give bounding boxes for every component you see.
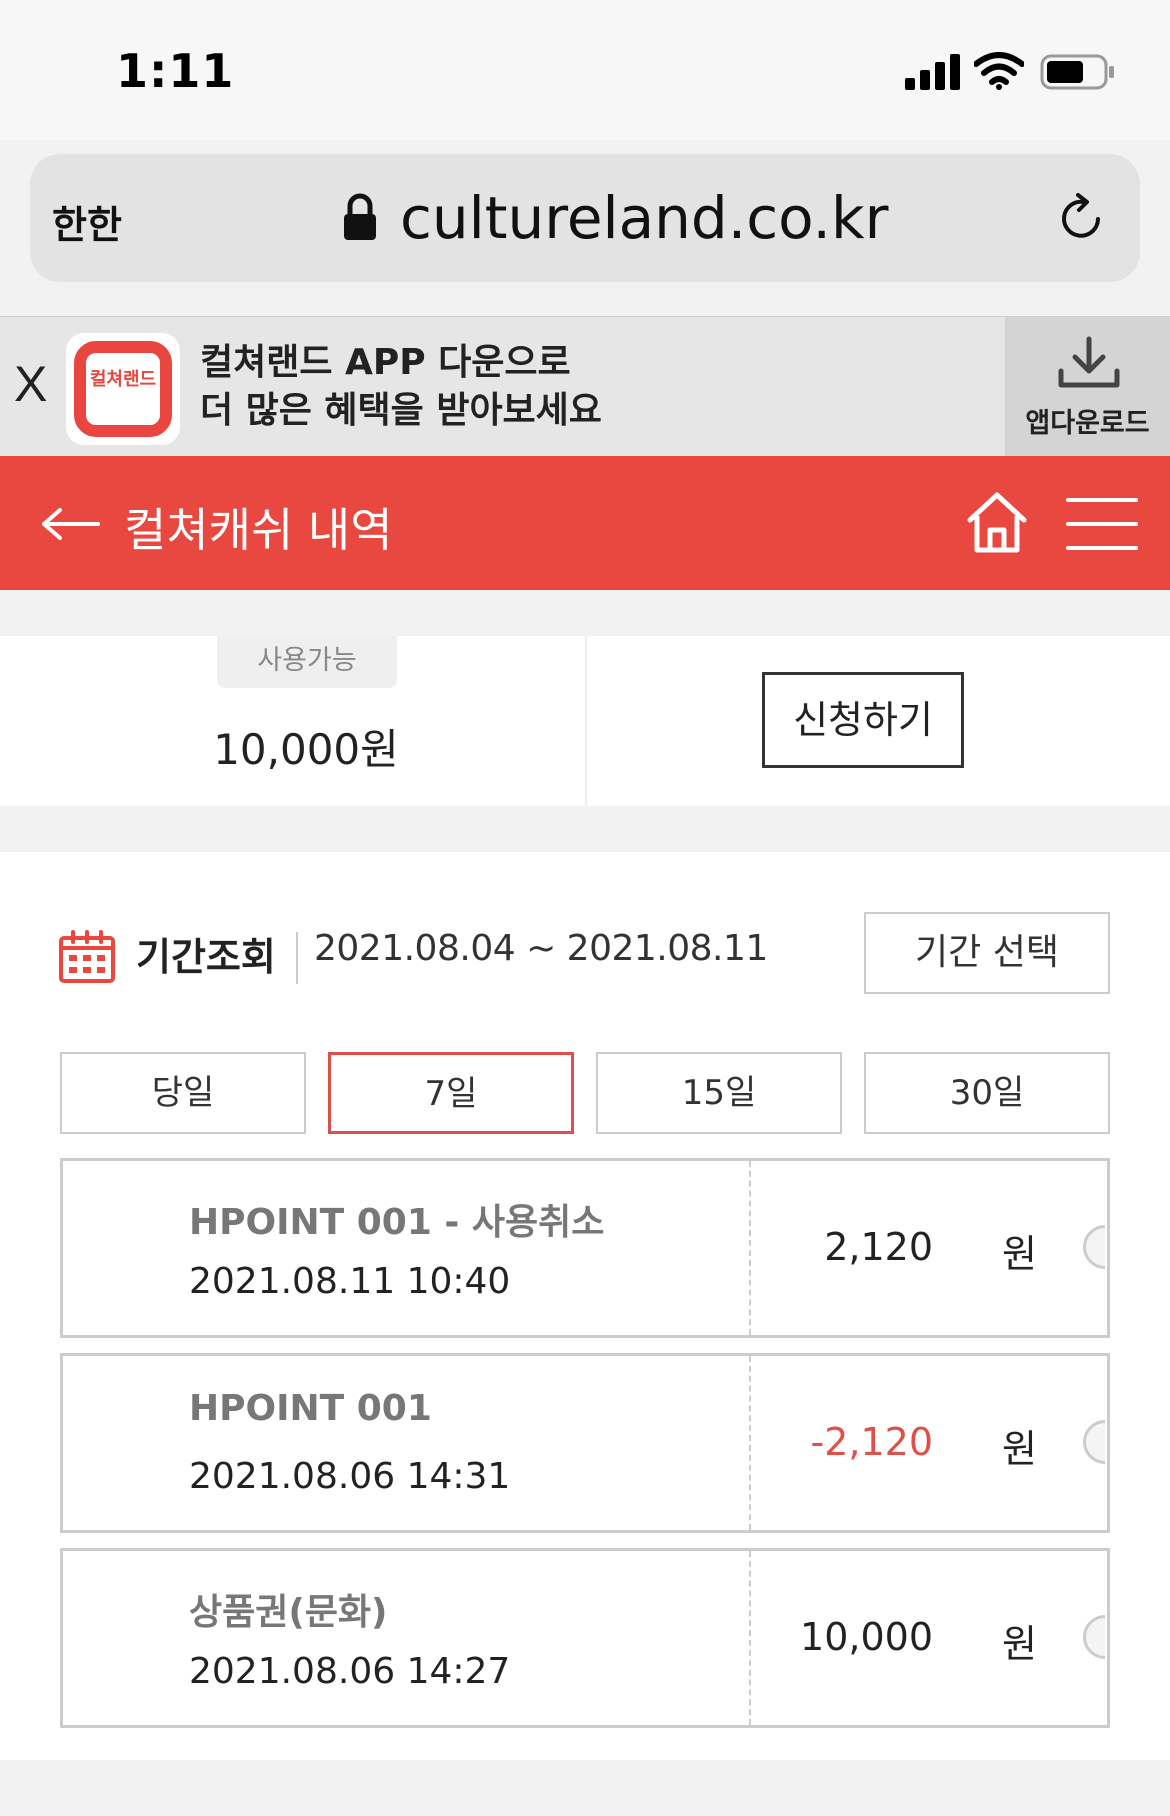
transaction-unit: 원	[1002, 1622, 1037, 1666]
transaction-amount: 10,000	[800, 1615, 933, 1659]
status-time: 1:11	[116, 44, 235, 98]
banner-message: 컬쳐랜드 APP 다운으로 더 많은 혜택을 받아보세요	[200, 339, 602, 435]
transaction-amount: -2,120	[810, 1420, 934, 1464]
period-separator	[296, 932, 298, 984]
hamburger-menu-icon[interactable]	[1066, 496, 1138, 552]
app-download-banner: X 컬쳐랜드 컬쳐랜드 APP 다운으로 더 많은 혜택을 받아보세요 앱다운로…	[0, 316, 1170, 457]
banner-line-2: 더 많은 혜택을 받아보세요	[200, 390, 602, 431]
period-select-button[interactable]: 기간 선택	[864, 912, 1110, 994]
tab-7-days[interactable]: 7일	[328, 1052, 574, 1134]
period-range: 2021.08.04 ~ 2021.08.11	[314, 928, 768, 969]
browser-address-bar[interactable]: 한한 cultureland.co.kr	[30, 154, 1140, 282]
transaction-unit: 원	[1002, 1232, 1037, 1276]
text-size-button[interactable]: 한한	[52, 194, 122, 249]
transaction-row[interactable]: HPOINT 001 2021.08.06 14:31 -2,120 원	[60, 1353, 1110, 1533]
transaction-datetime: 2021.08.06 14:27	[189, 1651, 511, 1692]
period-label: 기간조회	[136, 935, 276, 979]
download-label: 앱다운로드	[1025, 408, 1150, 439]
apply-button[interactable]: 신청하기	[762, 672, 964, 768]
transaction-unit: 원	[1002, 1427, 1037, 1471]
calendar-icon	[59, 930, 115, 983]
tab-today[interactable]: 당일	[60, 1052, 306, 1134]
ticket-notch	[1083, 1420, 1105, 1464]
transaction-name: HPOINT 001 - 사용취소	[189, 1202, 605, 1243]
transaction-amount: 2,120	[824, 1225, 933, 1269]
transaction-datetime: 2021.08.06 14:31	[189, 1456, 511, 1497]
battery-icon	[1040, 54, 1114, 90]
download-icon	[1058, 336, 1120, 388]
transaction-name: 상품권(문화)	[189, 1592, 388, 1633]
history-panel: 기간조회 2021.08.04 ~ 2021.08.11 기간 선택 당일 7일…	[0, 852, 1170, 1760]
ticket-notch	[1083, 1615, 1105, 1659]
balance-card: 사용가능 10,000원 신청하기	[0, 636, 1170, 806]
balance-divider	[585, 636, 587, 806]
banner-line-1: 컬쳐랜드 APP 다운으로	[200, 342, 571, 383]
transaction-datetime: 2021.08.11 10:40	[189, 1261, 511, 1302]
transaction-row[interactable]: HPOINT 001 - 사용취소 2021.08.11 10:40 2,120…	[60, 1158, 1110, 1338]
ticket-notch	[1083, 1225, 1105, 1269]
wifi-icon	[974, 52, 1024, 90]
transaction-row[interactable]: 상품권(문화) 2021.08.06 14:27 10,000 원	[60, 1548, 1110, 1728]
available-tag: 사용가능	[217, 636, 397, 688]
tab-15-days[interactable]: 15일	[596, 1052, 842, 1134]
page-header: 컬쳐캐쉬 내역	[0, 456, 1170, 590]
reload-icon[interactable]	[1054, 192, 1108, 246]
tab-30-days[interactable]: 30일	[864, 1052, 1110, 1134]
page-title: 컬쳐캐쉬 내역	[124, 503, 393, 557]
transaction-divider	[749, 1356, 751, 1530]
url-text[interactable]: cultureland.co.kr	[400, 184, 888, 252]
cellular-signal-icon	[905, 54, 960, 90]
back-arrow-icon[interactable]	[40, 500, 102, 548]
available-amount: 10,000원	[213, 725, 399, 774]
status-bar: 1:11	[0, 0, 1170, 140]
banner-close-button[interactable]: X	[14, 355, 47, 413]
transaction-divider	[749, 1161, 751, 1335]
app-logo: 컬쳐랜드	[66, 333, 180, 445]
app-logo-text: 컬쳐랜드	[89, 369, 157, 390]
home-icon[interactable]	[966, 490, 1028, 554]
transaction-divider	[749, 1551, 751, 1725]
lock-icon	[344, 193, 376, 240]
transaction-name: HPOINT 001	[189, 1388, 432, 1429]
app-download-button[interactable]: 앱다운로드	[1005, 317, 1170, 457]
